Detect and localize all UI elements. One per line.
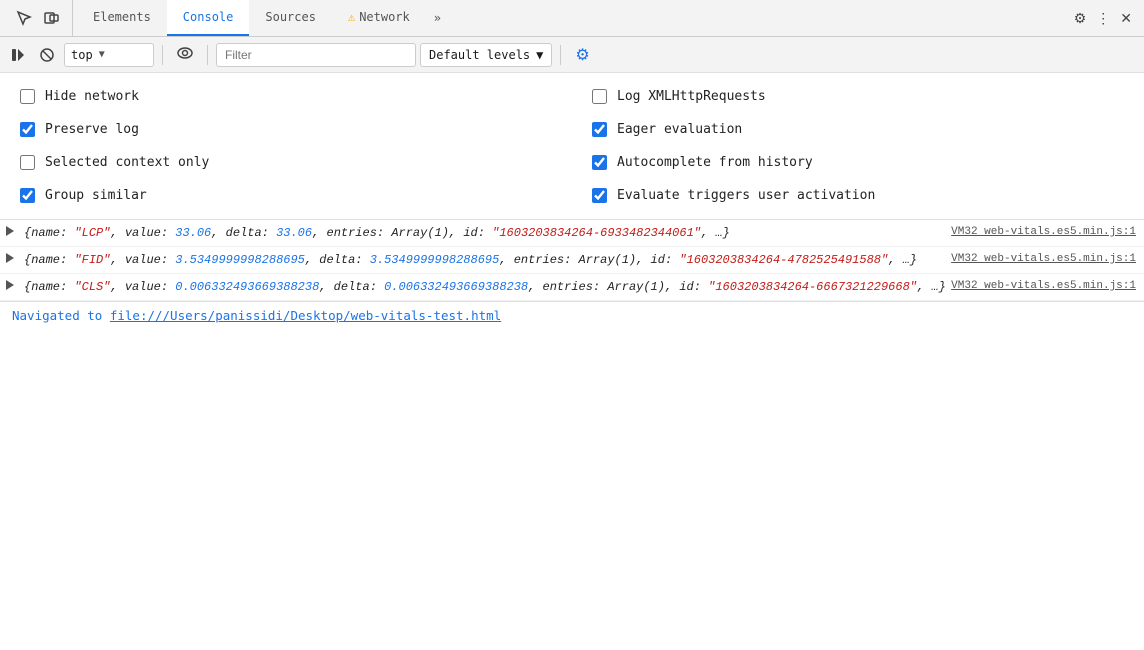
context-arrow-icon: ▼	[99, 49, 105, 60]
log-part: , value:	[110, 253, 175, 267]
log-part: "1603203834264-6933482344061"	[492, 226, 701, 240]
log-entry: VM32 web-vitals.es5.min.js:1 {name: "CLS"…	[0, 274, 1144, 301]
checkbox-label-preserve-log: Preserve log	[45, 122, 139, 137]
log-part: , …}	[917, 280, 946, 294]
log-part: , entries: Array(1), id:	[499, 253, 679, 267]
cursor-icon[interactable]	[12, 6, 36, 30]
checkbox-row-log-xmlhttp: Log XMLHttpRequests	[592, 85, 1124, 108]
log-entry: VM32 web-vitals.es5.min.js:1 {name: "LCP"…	[0, 220, 1144, 247]
navigation-url[interactable]: file:///Users/panissidi/Desktop/web-vita…	[110, 308, 501, 323]
checkbox-row-preserve-log: Preserve log	[20, 118, 552, 141]
expand-triangle-icon[interactable]	[6, 253, 14, 263]
log-part: , …}	[888, 253, 917, 267]
checkbox-group-similar[interactable]	[20, 188, 35, 203]
log-part: {name:	[24, 280, 74, 294]
console-toolbar: top ▼ Default levels ▼ ⚙	[0, 37, 1144, 73]
log-part: 33.06	[276, 226, 312, 240]
toolbar-divider3	[560, 45, 561, 65]
checkbox-preserve-log[interactable]	[20, 122, 35, 137]
log-part: , entries: Array(1), id:	[528, 280, 708, 294]
close-icon[interactable]: ✕	[1116, 6, 1136, 31]
settings-panel: Hide network Log XMLHttpRequests Preserve …	[0, 73, 1144, 220]
tab-network[interactable]: ⚠ Network	[332, 0, 426, 36]
tab-bar-right-icons: ⚙ ⋮ ✕	[1070, 6, 1140, 31]
log-part: {name:	[24, 253, 74, 267]
log-entry: VM32 web-vitals.es5.min.js:1 {name: "FID"…	[0, 247, 1144, 274]
log-part: 3.5349999998288695	[175, 253, 305, 267]
checkbox-eval-triggers[interactable]	[592, 188, 607, 203]
tab-bar: Elements Console Sources ⚠ Network » ⚙ ⋮…	[0, 0, 1144, 37]
checkbox-label-selected-ctx: Selected context only	[45, 155, 209, 170]
log-part: , value:	[110, 226, 175, 240]
checkbox-label-group-similar: Group similar	[45, 188, 147, 203]
source-link[interactable]: VM32 web-vitals.es5.min.js:1	[951, 251, 1136, 268]
checkbox-label-autocomplete: Autocomplete from history	[617, 155, 813, 170]
console-output: VM32 web-vitals.es5.min.js:1 {name: "LCP"…	[0, 220, 1144, 301]
checkbox-hide-network[interactable]	[20, 89, 35, 104]
checkbox-row-hide-network: Hide network	[20, 85, 552, 108]
log-part: , delta:	[319, 280, 384, 294]
checkbox-row-autocomplete: Autocomplete from history	[592, 151, 1124, 174]
checkbox-label-log-xmlhttp: Log XMLHttpRequests	[617, 89, 766, 104]
checkbox-label-eager-eval: Eager evaluation	[617, 122, 742, 137]
checkbox-autocomplete[interactable]	[592, 155, 607, 170]
log-part: "FID"	[74, 253, 110, 267]
devtools-icons	[4, 0, 73, 36]
log-part: 3.5349999998288695	[370, 253, 500, 267]
tab-elements[interactable]: Elements	[77, 0, 167, 36]
play-icon[interactable]	[6, 45, 30, 65]
expand-triangle-icon[interactable]	[6, 226, 14, 236]
source-link[interactable]: VM32 web-vitals.es5.min.js:1	[951, 278, 1136, 295]
checkbox-log-xmlhttp[interactable]	[592, 89, 607, 104]
navigated-label: Navigated to	[12, 308, 102, 323]
checkbox-eager-eval[interactable]	[592, 122, 607, 137]
log-part: 0.006332493669388238	[384, 280, 528, 294]
navigation-bar: Navigated to file:///Users/panissidi/Des…	[0, 301, 1144, 329]
checkbox-row-selected-ctx: Selected context only	[20, 151, 552, 174]
log-part: "LCP"	[74, 226, 110, 240]
expand-triangle-icon[interactable]	[6, 280, 14, 290]
checkbox-label-eval-triggers: Evaluate triggers user activation	[617, 188, 875, 203]
log-part: , delta:	[305, 253, 370, 267]
log-part: "1603203834264-4782525491588"	[679, 253, 888, 267]
log-part: "CLS"	[74, 280, 110, 294]
log-part: , …}	[701, 226, 730, 240]
log-part: "1603203834264-6667321229668"	[708, 280, 917, 294]
device-icon[interactable]	[40, 6, 64, 30]
default-levels-dropdown[interactable]: Default levels ▼	[420, 43, 552, 67]
filter-input[interactable]	[216, 43, 416, 67]
settings-icon[interactable]: ⚙	[1070, 6, 1091, 31]
log-part: , delta:	[211, 226, 276, 240]
log-part: 33.06	[175, 226, 211, 240]
toolbar-divider2	[207, 45, 208, 65]
toolbar-divider	[162, 45, 163, 65]
log-part: , entries:	[312, 226, 391, 240]
checkbox-row-eval-triggers: Evaluate triggers user activation	[592, 184, 1124, 207]
checkbox-row-group-similar: Group similar	[20, 184, 552, 207]
tab-console[interactable]: Console	[167, 0, 250, 36]
log-part: , id:	[449, 226, 492, 240]
checkbox-label-hide-network: Hide network	[45, 89, 139, 104]
network-warning-icon: ⚠	[348, 10, 355, 24]
log-part: 0.006332493669388238	[175, 280, 319, 294]
log-part: Array(1)	[391, 226, 449, 240]
more-options-icon[interactable]: ⋮	[1092, 6, 1114, 31]
tab-more-button[interactable]: »	[426, 0, 449, 36]
tab-list: Elements Console Sources ⚠ Network »	[77, 0, 449, 36]
log-part: , value:	[110, 280, 175, 294]
checkbox-selected-ctx[interactable]	[20, 155, 35, 170]
context-selector[interactable]: top ▼	[64, 43, 154, 67]
log-part: {name:	[24, 226, 74, 240]
source-link[interactable]: VM32 web-vitals.es5.min.js:1	[951, 224, 1136, 241]
levels-arrow-icon: ▼	[536, 48, 543, 62]
settings-blue-icon[interactable]: ⚙	[575, 45, 589, 65]
eye-icon[interactable]	[171, 43, 199, 66]
checkbox-row-eager-eval: Eager evaluation	[592, 118, 1124, 141]
block-icon[interactable]	[34, 44, 60, 66]
tab-sources[interactable]: Sources	[249, 0, 332, 36]
